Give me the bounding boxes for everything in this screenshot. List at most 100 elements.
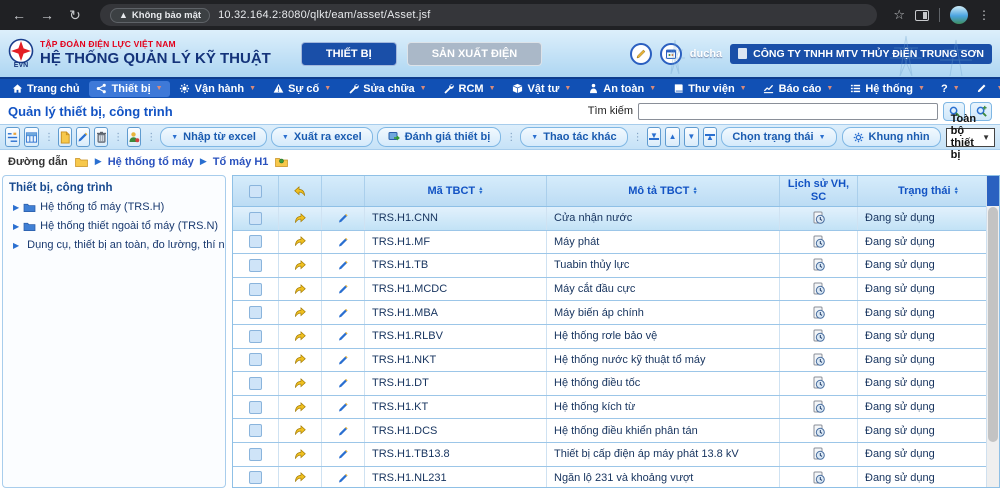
table-row[interactable]: TRS.H1.KT Hệ thống kích từ Đang sử dụng (233, 396, 986, 420)
nav-item-s-a-ch-a[interactable]: Sửa chữa ▼ (340, 81, 433, 97)
other-actions-button[interactable]: ▼Thao tác khác (520, 127, 627, 147)
goto-cell[interactable] (279, 278, 322, 301)
history-cell[interactable] (780, 301, 858, 324)
goto-cell[interactable] (279, 443, 322, 466)
table-row[interactable]: TRS.H1.NKT Hệ thống nước kỹ thuật tổ máy… (233, 349, 986, 373)
row-checkbox-cell[interactable] (233, 467, 279, 488)
folder-icon[interactable] (74, 156, 89, 168)
breadcrumb-link-2[interactable]: Tổ máy H1 (213, 156, 269, 168)
move-up-icon[interactable]: ▲ (665, 127, 680, 147)
history-cell[interactable] (780, 419, 858, 442)
expand-caret-icon[interactable]: ▶ (13, 241, 19, 250)
breadcrumb-link-1[interactable]: Hệ thống tổ máy (108, 156, 194, 168)
edit-cell[interactable] (322, 349, 365, 372)
goto-cell[interactable] (279, 231, 322, 254)
table-row[interactable]: TRS.H1.TB Tuabin thủy lực Đang sử dụng (233, 254, 986, 278)
delete-icon[interactable] (94, 127, 108, 147)
row-checkbox[interactable] (249, 306, 262, 319)
browser-back-icon[interactable]: ← (10, 7, 28, 23)
row-checkbox[interactable] (249, 471, 262, 484)
assess-equipment-button[interactable]: Đánh giá thiết bị (377, 127, 502, 147)
goto-cell[interactable] (279, 372, 322, 395)
row-checkbox-cell[interactable] (233, 349, 279, 372)
goto-cell[interactable] (279, 254, 322, 277)
edit-cell[interactable] (322, 278, 365, 301)
browser-menu-icon[interactable]: ⋮ (978, 8, 990, 22)
expand-caret-icon[interactable]: ▶ (13, 222, 19, 231)
row-checkbox-cell[interactable] (233, 396, 279, 419)
edit-cell[interactable] (322, 207, 365, 230)
table-view-icon[interactable] (24, 127, 39, 147)
nav-item-s-c-[interactable]: Sự cố ▼ (265, 81, 338, 97)
row-checkbox-cell[interactable] (233, 419, 279, 442)
table-row[interactable]: TRS.H1.DCS Hệ thống điều khiển phân tán … (233, 419, 986, 443)
move-down-icon[interactable]: ▼ (684, 127, 699, 147)
row-checkbox[interactable] (249, 259, 262, 272)
row-checkbox[interactable] (249, 377, 262, 390)
tree-view-icon[interactable] (5, 127, 20, 147)
row-checkbox[interactable] (249, 353, 262, 366)
user-icon[interactable] (127, 127, 141, 147)
address-bar[interactable]: ▲Không bảo mật 10.32.164.2:8080/qlkt/eam… (100, 4, 877, 26)
goto-cell[interactable] (279, 467, 322, 488)
row-checkbox-cell[interactable] (233, 372, 279, 395)
goto-cell[interactable] (279, 419, 322, 442)
url-text[interactable]: 10.32.164.2:8080/qlkt/eam/asset/Asset.js… (218, 9, 430, 21)
header-checkbox-cell[interactable] (233, 176, 279, 206)
row-checkbox-cell[interactable] (233, 207, 279, 230)
row-checkbox[interactable] (249, 424, 262, 437)
nav-item-trang-ch-[interactable]: Trang chủ (4, 81, 87, 97)
scope-select[interactable]: Toàn bộ thiết bị▼ (946, 128, 995, 147)
row-checkbox-cell[interactable] (233, 254, 279, 277)
row-checkbox-cell[interactable] (233, 443, 279, 466)
edit-cell[interactable] (322, 419, 365, 442)
row-checkbox[interactable] (249, 212, 262, 225)
history-cell[interactable] (780, 396, 858, 419)
select-all-checkbox[interactable] (249, 185, 262, 198)
row-checkbox[interactable] (249, 283, 262, 296)
choose-status-button[interactable]: Chọn trạng thái▼ (721, 127, 836, 147)
table-scrollbar[interactable] (986, 176, 999, 487)
history-cell[interactable] (780, 372, 858, 395)
history-cell[interactable] (780, 349, 858, 372)
row-checkbox-cell[interactable] (233, 301, 279, 324)
tree-item[interactable]: ▶ Dụng cụ, thiết bị an toàn, đo lường, t… (13, 239, 219, 251)
edit-cell[interactable] (322, 467, 365, 488)
history-cell[interactable] (780, 325, 858, 348)
table-row[interactable]: TRS.H1.MF Máy phát Đang sử dụng (233, 231, 986, 255)
nav-item-?[interactable]: ? ▼ (934, 81, 967, 97)
header-back-cell[interactable] (279, 176, 322, 206)
history-cell[interactable] (780, 254, 858, 277)
edit-icon[interactable] (76, 127, 90, 147)
expand-caret-icon[interactable]: ▶ (13, 203, 19, 212)
header-desc[interactable]: Mô tả TBCT▲▼ (547, 176, 780, 206)
view-frame-button[interactable]: Khung nhìn (842, 127, 941, 147)
nav-item-pencil[interactable]: ▼ (969, 81, 1000, 97)
table-row[interactable]: TRS.H1.MBA Máy biến áp chính Đang sử dụn… (233, 301, 986, 325)
history-cell[interactable] (780, 467, 858, 488)
goto-cell[interactable] (279, 396, 322, 419)
row-checkbox[interactable] (249, 448, 262, 461)
bookmark-star-icon[interactable]: ☆ (893, 7, 905, 23)
collapse-all-up-icon[interactable]: ▼ (647, 127, 662, 147)
nav-item-an-to-n[interactable]: An toàn ▼ (580, 81, 663, 97)
history-cell[interactable] (780, 207, 858, 230)
edit-cell[interactable] (322, 372, 365, 395)
sort-icon[interactable]: ▲▼ (954, 187, 959, 196)
browser-forward-icon[interactable]: → (38, 7, 56, 23)
table-row[interactable]: TRS.H1.MCDC Máy cắt đầu cực Đang sử dụng (233, 278, 986, 302)
history-cell[interactable] (780, 278, 858, 301)
browser-reload-icon[interactable]: ↻ (66, 7, 84, 24)
goto-cell[interactable] (279, 301, 322, 324)
nav-item-thi-t-b-[interactable]: Thiết bị ▼ (89, 81, 170, 97)
table-row[interactable]: TRS.H1.RLBV Hệ thống rơle bảo vệ Đang sử… (233, 325, 986, 349)
tree-item[interactable]: ▶ Hệ thống tổ máy (TRS.H) (13, 201, 219, 213)
scrollbar-thumb[interactable] (988, 207, 998, 442)
note-icon[interactable] (630, 43, 652, 65)
module-thiet-bi-button[interactable]: THIẾT BỊ (301, 42, 397, 66)
table-row[interactable]: TRS.H1.NL231 Ngăn lộ 231 và khoảng vượt … (233, 467, 986, 488)
profile-avatar[interactable] (950, 6, 968, 24)
nav-item-b-o-c-o[interactable]: Báo cáo ▼ (756, 81, 841, 97)
nav-item-h-th-ng[interactable]: Hệ thống ▼ (842, 81, 932, 97)
export-excel-button[interactable]: ▼Xuất ra excel (271, 127, 373, 147)
